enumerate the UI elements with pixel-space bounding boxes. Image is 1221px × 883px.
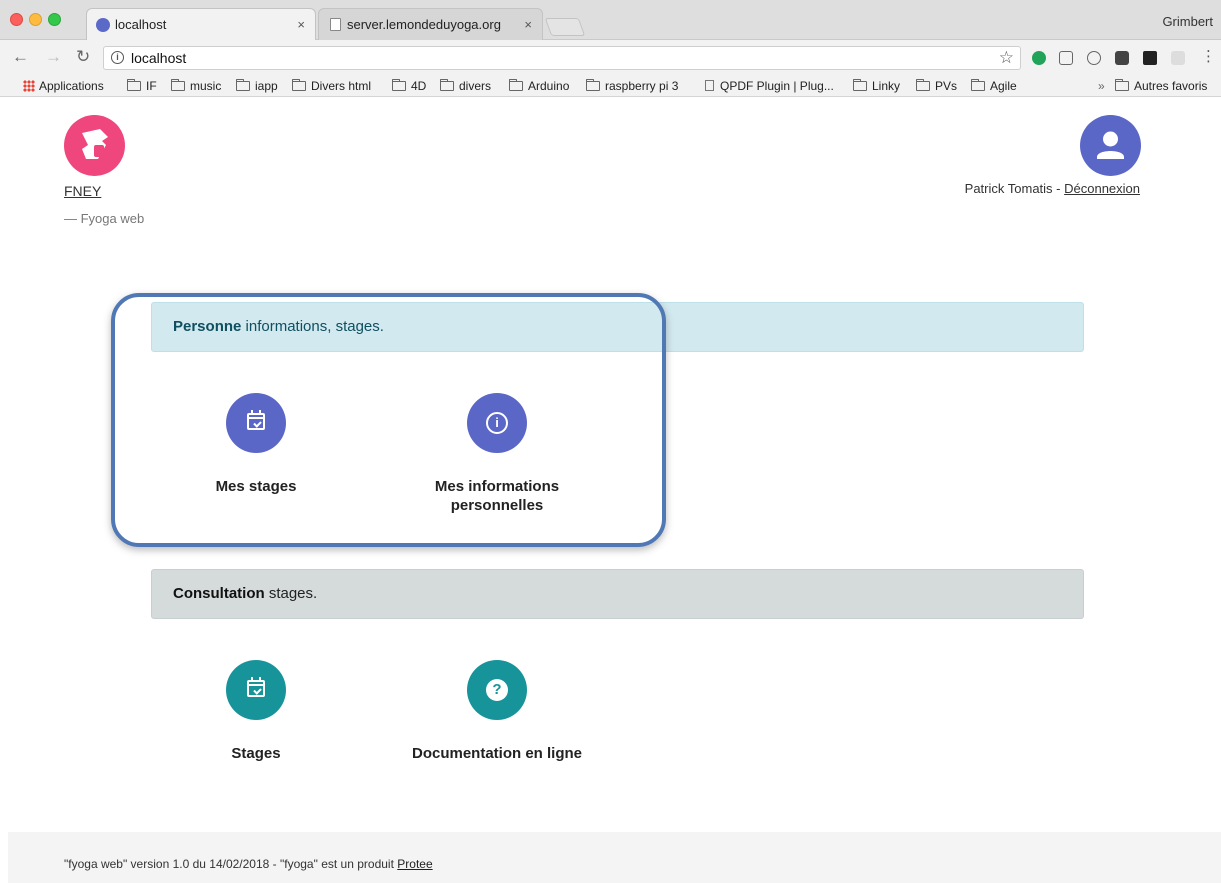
folder-icon xyxy=(392,79,406,91)
menu-dots-icon[interactable]: ⋮ xyxy=(1201,48,1216,66)
close-window-button[interactable] xyxy=(10,13,23,26)
user-name: Patrick Tomatis - xyxy=(964,181,1065,196)
page-favicon-icon xyxy=(330,18,341,31)
tile-stages[interactable]: Stages xyxy=(156,660,356,763)
brand-subtitle: — Fyoga web xyxy=(64,211,145,226)
folder-icon xyxy=(586,79,600,91)
bookmark-folder[interactable]: 4D xyxy=(392,79,426,93)
bookmark-other-favorites[interactable]: Autres favoris xyxy=(1115,79,1207,93)
apps-grid-icon xyxy=(23,80,35,92)
tile-label: Mes informations personnelles xyxy=(434,478,560,514)
bookmarks-bar: Applications IF music iapp Divers html 4… xyxy=(0,75,1221,97)
tile-icon-circle xyxy=(226,660,286,720)
extension-green-icon[interactable] xyxy=(1032,51,1046,65)
tile-icon-circle: ? xyxy=(467,660,527,720)
user-avatar[interactable] xyxy=(1080,115,1141,176)
section-banner-consultation: Consultation stages. xyxy=(151,569,1084,619)
user-bar: Patrick Tomatis - Déconnexion xyxy=(965,181,1140,196)
section-title-rest: stages. xyxy=(264,585,318,602)
bookmark-folder[interactable]: Agile xyxy=(971,79,1017,93)
tab-title: localhost xyxy=(115,17,167,32)
browser-toolbar: ← → ↻ i localhost ☆ ⋮ xyxy=(0,41,1221,75)
extension-v-icon[interactable] xyxy=(1143,51,1157,65)
tile-label: Documentation en ligne xyxy=(411,745,582,762)
footer-protee-link[interactable]: Protee xyxy=(397,857,432,871)
page-footer: "fyoga web" version 1.0 du 14/02/2018 - … xyxy=(8,832,1221,883)
logout-link[interactable]: Déconnexion xyxy=(1064,181,1140,196)
address-text: localhost xyxy=(131,50,187,66)
folder-icon xyxy=(509,79,523,91)
tile-label: Stages xyxy=(231,745,281,762)
tab-localhost[interactable]: localhost × xyxy=(86,8,316,40)
site-favicon-icon xyxy=(96,18,110,32)
new-tab-button[interactable] xyxy=(544,18,586,36)
footer-version: "fyoga web" version 1.0 du 14/02/2018 - … xyxy=(64,857,398,871)
tab-title: server.lemondeduyoga.org xyxy=(347,17,501,32)
bookmark-folder[interactable]: PVs xyxy=(916,79,957,93)
fney-logo[interactable] xyxy=(64,115,125,176)
calendar-check-icon xyxy=(247,410,265,430)
profile-name[interactable]: Grimbert xyxy=(1162,14,1213,29)
bookmark-star-icon[interactable]: ☆ xyxy=(999,47,1014,69)
tile-mes-stages[interactable]: Mes stages xyxy=(156,393,356,496)
site-info-icon[interactable]: i xyxy=(111,51,124,64)
folder-icon xyxy=(171,79,185,91)
logo-icon xyxy=(82,129,108,159)
tile-documentation[interactable]: ? Documentation en ligne xyxy=(397,660,597,763)
maximize-window-button[interactable] xyxy=(48,13,61,26)
tile-icon-circle xyxy=(226,393,286,453)
user-icon xyxy=(1097,131,1124,159)
bookmark-folder[interactable]: Divers html xyxy=(292,79,371,93)
bookmark-folder[interactable]: iapp xyxy=(236,79,278,93)
extension-circle-icon[interactable] xyxy=(1087,51,1101,65)
bookmark-folder[interactable]: music xyxy=(171,79,221,93)
footer-text: "fyoga web" version 1.0 du 14/02/2018 - … xyxy=(64,857,433,871)
calendar-check-icon xyxy=(247,677,265,697)
bookmarks-overflow-button[interactable]: » xyxy=(1098,79,1105,93)
folder-icon xyxy=(916,79,930,91)
bookmark-folder[interactable]: raspberry pi 3 xyxy=(586,79,678,93)
folder-icon xyxy=(236,79,250,91)
reload-icon[interactable]: ↻ xyxy=(76,48,90,66)
folder-icon xyxy=(971,79,985,91)
folder-icon xyxy=(292,79,306,91)
bookmark-folder[interactable]: Arduino xyxy=(509,79,569,93)
bookmark-folder[interactable]: IF xyxy=(127,79,157,93)
back-arrow-icon[interactable]: ← xyxy=(12,48,29,66)
tile-mes-informations[interactable]: i Mes informations personnelles xyxy=(397,393,597,515)
folder-icon xyxy=(440,79,454,91)
folder-icon xyxy=(853,79,867,91)
bookmark-folder[interactable]: Linky xyxy=(853,79,900,93)
tab-strip: localhost × server.lemondeduyoga.org × G… xyxy=(0,0,1221,40)
brand-link[interactable]: FNEY xyxy=(64,183,101,199)
section-title-bold: Consultation xyxy=(173,585,265,602)
tile-icon-circle: i xyxy=(467,393,527,453)
tile-label: Mes stages xyxy=(215,478,297,495)
bookmark-applications[interactable]: Applications xyxy=(23,79,104,93)
browser-chrome: localhost × server.lemondeduyoga.org × G… xyxy=(0,0,1221,97)
folder-icon xyxy=(127,79,141,91)
bookmark-folder[interactable]: divers xyxy=(440,79,491,93)
download-extension-icon[interactable] xyxy=(1115,51,1129,65)
bookmark-page[interactable]: QPDF Plugin | Plug... xyxy=(705,79,834,93)
page-icon xyxy=(705,80,714,91)
help-icon: ? xyxy=(486,679,508,701)
tab-close-icon[interactable]: × xyxy=(524,9,532,41)
folder-icon xyxy=(1115,79,1129,91)
minimize-window-button[interactable] xyxy=(29,13,42,26)
address-bar[interactable]: i localhost ☆ xyxy=(103,46,1021,70)
cast-icon[interactable] xyxy=(1059,51,1073,65)
tab-lemondeduyoga[interactable]: server.lemondeduyoga.org × xyxy=(318,8,543,40)
forward-arrow-icon[interactable]: → xyxy=(45,48,62,66)
extension-grey-icon[interactable] xyxy=(1171,51,1185,65)
tab-close-icon[interactable]: × xyxy=(297,9,305,41)
info-icon: i xyxy=(486,412,508,434)
